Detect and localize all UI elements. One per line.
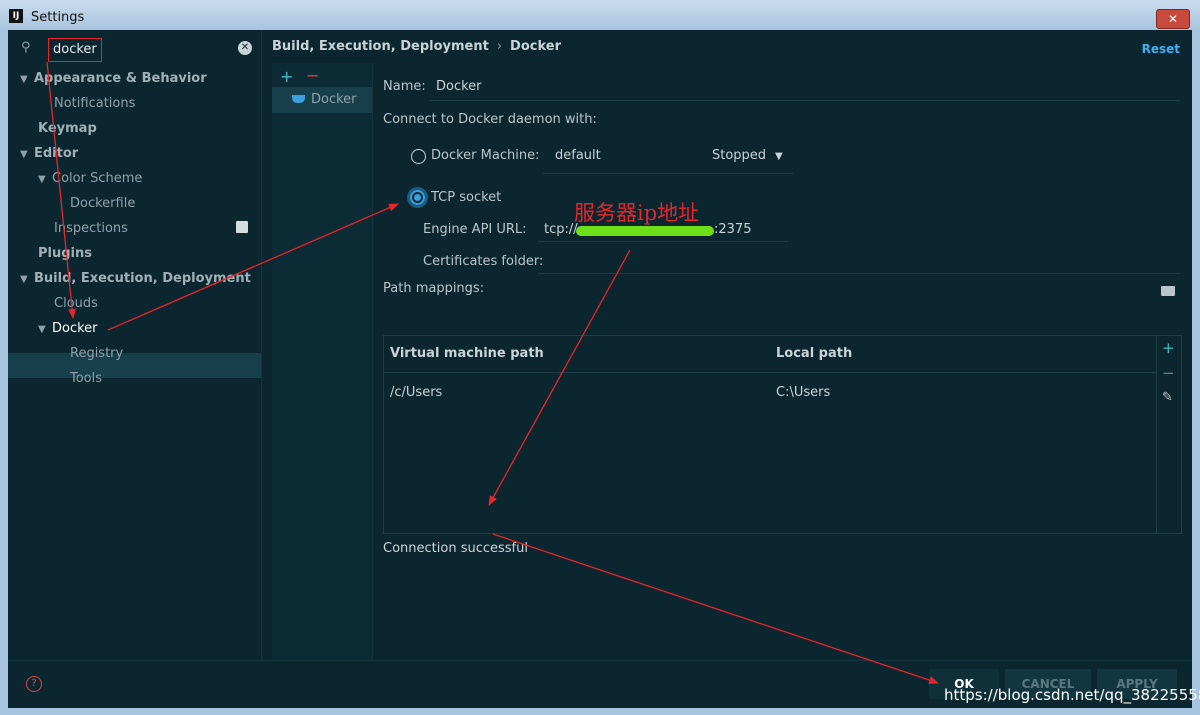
arrow-docker-to-tcp [107,203,399,331]
arrow-status-to-ok [492,533,939,684]
arrow-ip-to-status [488,249,631,506]
annotation-arrows [46,61,939,684]
arrow-search-to-docker [46,61,77,319]
watermark: https://blog.csdn.net/qq_38225558 [944,686,1200,704]
